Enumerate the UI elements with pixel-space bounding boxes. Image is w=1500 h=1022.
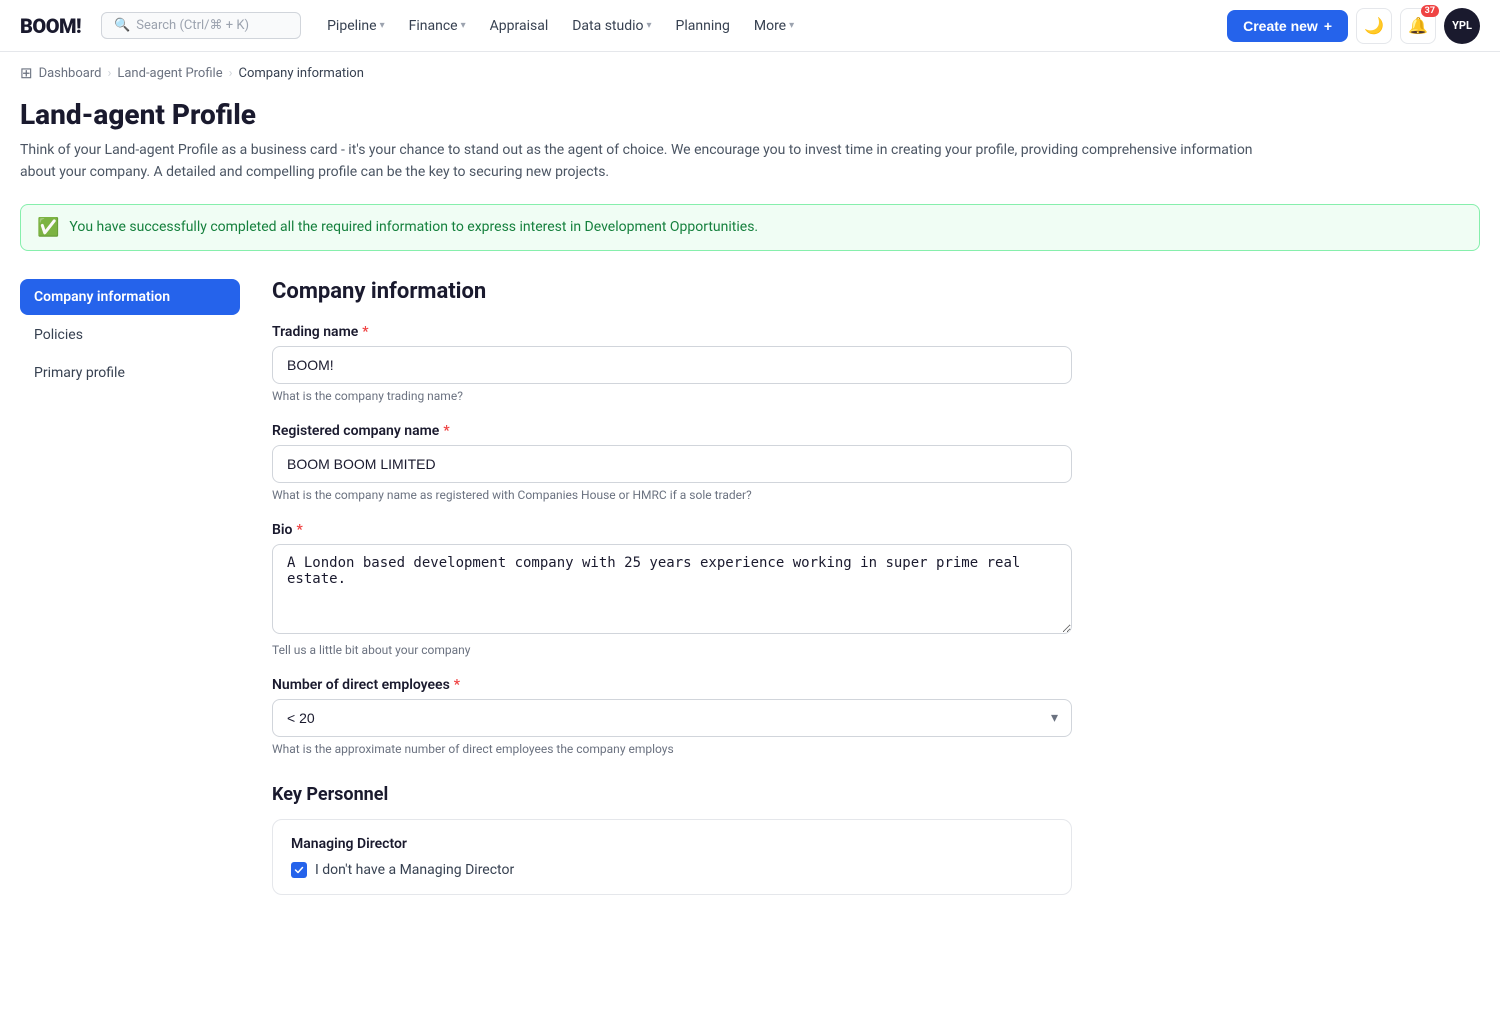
- page-title: Land-agent Profile: [20, 98, 1480, 131]
- avatar[interactable]: YPL: [1444, 8, 1480, 44]
- form-section-title: Company information: [272, 279, 1072, 304]
- employees-select-wrapper: < 20 20-50 50-100 100-500 500+ ▾: [272, 699, 1072, 737]
- sidebar-item-primary-profile[interactable]: Primary profile: [20, 355, 240, 391]
- breadcrumb: ⊞ Dashboard › Land-agent Profile › Compa…: [0, 52, 1500, 86]
- required-indicator: *: [443, 423, 449, 439]
- registered-company-name-field: Registered company name * What is the co…: [272, 423, 1072, 502]
- breadcrumb-land-agent-profile[interactable]: Land-agent Profile: [117, 66, 222, 81]
- sidebar-item-company-information[interactable]: Company information: [20, 279, 240, 315]
- breadcrumb-current: Company information: [239, 66, 364, 81]
- key-personnel-section: Key Personnel Managing Director I don't …: [272, 784, 1072, 895]
- search-bar[interactable]: 🔍 Search (Ctrl/⌘ + K): [101, 12, 301, 39]
- nav-finance[interactable]: Finance ▾: [399, 12, 476, 40]
- bio-hint: Tell us a little bit about your company: [272, 643, 1072, 657]
- nav-pipeline[interactable]: Pipeline ▾: [317, 12, 395, 40]
- required-indicator: *: [296, 522, 302, 538]
- create-new-button[interactable]: Create new +: [1227, 10, 1348, 42]
- bio-input[interactable]: A London based development company with …: [272, 544, 1072, 634]
- sidebar: Company information Policies Primary pro…: [20, 279, 240, 915]
- employees-hint: What is the approximate number of direct…: [272, 742, 1072, 756]
- registered-company-name-label: Registered company name *: [272, 423, 1072, 439]
- managing-director-card: Managing Director I don't have a Managin…: [272, 819, 1072, 895]
- managing-director-checkbox-row: I don't have a Managing Director: [291, 862, 1053, 878]
- breadcrumb-dashboard[interactable]: Dashboard: [39, 66, 102, 81]
- sidebar-item-policies[interactable]: Policies: [20, 317, 240, 353]
- moon-icon: 🌙: [1364, 16, 1384, 35]
- breadcrumb-separator: ›: [107, 66, 111, 81]
- success-banner: ✅ You have successfully completed all th…: [20, 204, 1480, 251]
- chevron-down-icon: ▾: [380, 20, 385, 31]
- trading-name-input[interactable]: [272, 346, 1072, 384]
- trading-name-label: Trading name *: [272, 324, 1072, 340]
- employees-select[interactable]: < 20 20-50 50-100 100-500 500+: [272, 699, 1072, 737]
- nav-actions: Create new + 🌙 🔔 37 YPL: [1227, 8, 1480, 44]
- managing-director-checkbox[interactable]: [291, 862, 307, 878]
- form-area: Company information Trading name * What …: [272, 279, 1072, 915]
- theme-toggle-button[interactable]: 🌙: [1356, 8, 1392, 44]
- employees-field: Number of direct employees * < 20 20-50 …: [272, 677, 1072, 756]
- logo[interactable]: BOOM!: [20, 14, 81, 38]
- nav-planning[interactable]: Planning: [666, 12, 740, 40]
- trading-name-field: Trading name * What is the company tradi…: [272, 324, 1072, 403]
- registered-company-name-input[interactable]: [272, 445, 1072, 483]
- page-description: Think of your Land-agent Profile as a bu…: [20, 139, 1280, 184]
- plus-icon: +: [1324, 18, 1332, 34]
- search-placeholder: Search (Ctrl/⌘ + K): [136, 18, 249, 33]
- chevron-down-icon: ▾: [647, 20, 652, 31]
- bio-field: Bio * A London based development company…: [272, 522, 1072, 657]
- required-indicator: *: [454, 677, 460, 693]
- trading-name-hint: What is the company trading name?: [272, 389, 1072, 403]
- nav-items: Pipeline ▾ Finance ▾ Appraisal Data stud…: [317, 12, 1219, 40]
- registered-company-name-hint: What is the company name as registered w…: [272, 488, 1072, 502]
- check-circle-icon: ✅: [37, 217, 59, 238]
- nav-appraisal[interactable]: Appraisal: [480, 12, 559, 40]
- chevron-down-icon: ▾: [789, 20, 794, 31]
- navbar: BOOM! 🔍 Search (Ctrl/⌘ + K) Pipeline ▾ F…: [0, 0, 1500, 52]
- bell-icon: 🔔: [1408, 16, 1428, 35]
- page-header: Land-agent Profile Think of your Land-ag…: [0, 86, 1500, 192]
- employees-label: Number of direct employees *: [272, 677, 1072, 693]
- notification-count: 37: [1421, 5, 1439, 17]
- required-indicator: *: [362, 324, 368, 340]
- breadcrumb-separator: ›: [229, 66, 233, 81]
- main-content: Company information Policies Primary pro…: [0, 263, 1500, 931]
- key-personnel-title: Key Personnel: [272, 784, 1072, 805]
- managing-director-role: Managing Director: [291, 836, 1053, 852]
- chevron-down-icon: ▾: [461, 20, 466, 31]
- success-text: You have successfully completed all the …: [69, 219, 758, 235]
- dashboard-grid-icon: ⊞: [20, 64, 33, 82]
- nav-more[interactable]: More ▾: [744, 12, 804, 40]
- bio-label: Bio *: [272, 522, 1072, 538]
- search-icon: 🔍: [114, 18, 130, 33]
- nav-data-studio[interactable]: Data studio ▾: [562, 12, 661, 40]
- managing-director-checkbox-label: I don't have a Managing Director: [315, 862, 514, 878]
- notifications-button[interactable]: 🔔 37: [1400, 8, 1436, 44]
